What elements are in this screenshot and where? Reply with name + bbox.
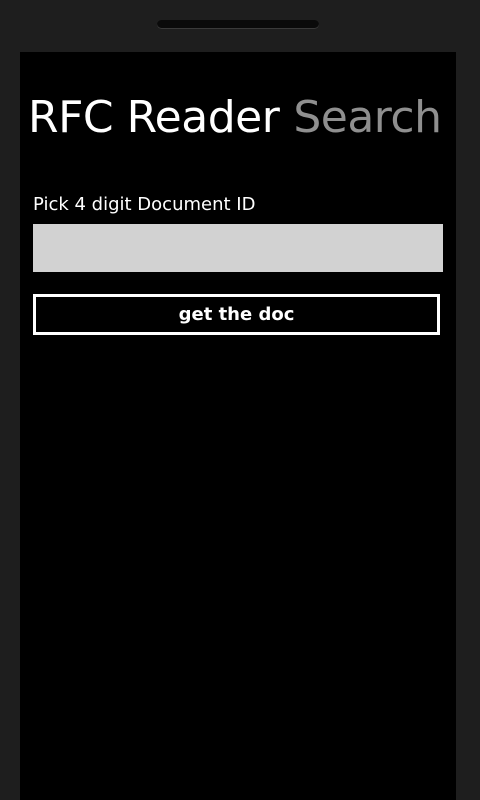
phone-frame: RFC Reader Search Pick 4 digit Document I… <box>0 0 480 800</box>
get-the-doc-button[interactable]: get the doc <box>33 294 440 335</box>
speaker-grille <box>157 20 319 29</box>
title-row: RFC Reader Search <box>28 88 442 148</box>
app-screen: RFC Reader Search Pick 4 digit Document I… <box>20 52 456 800</box>
document-id-label: Pick 4 digit Document ID <box>33 194 256 215</box>
page-title: Search <box>293 92 442 143</box>
document-id-input[interactable] <box>33 224 443 272</box>
app-title: RFC Reader <box>28 92 280 143</box>
